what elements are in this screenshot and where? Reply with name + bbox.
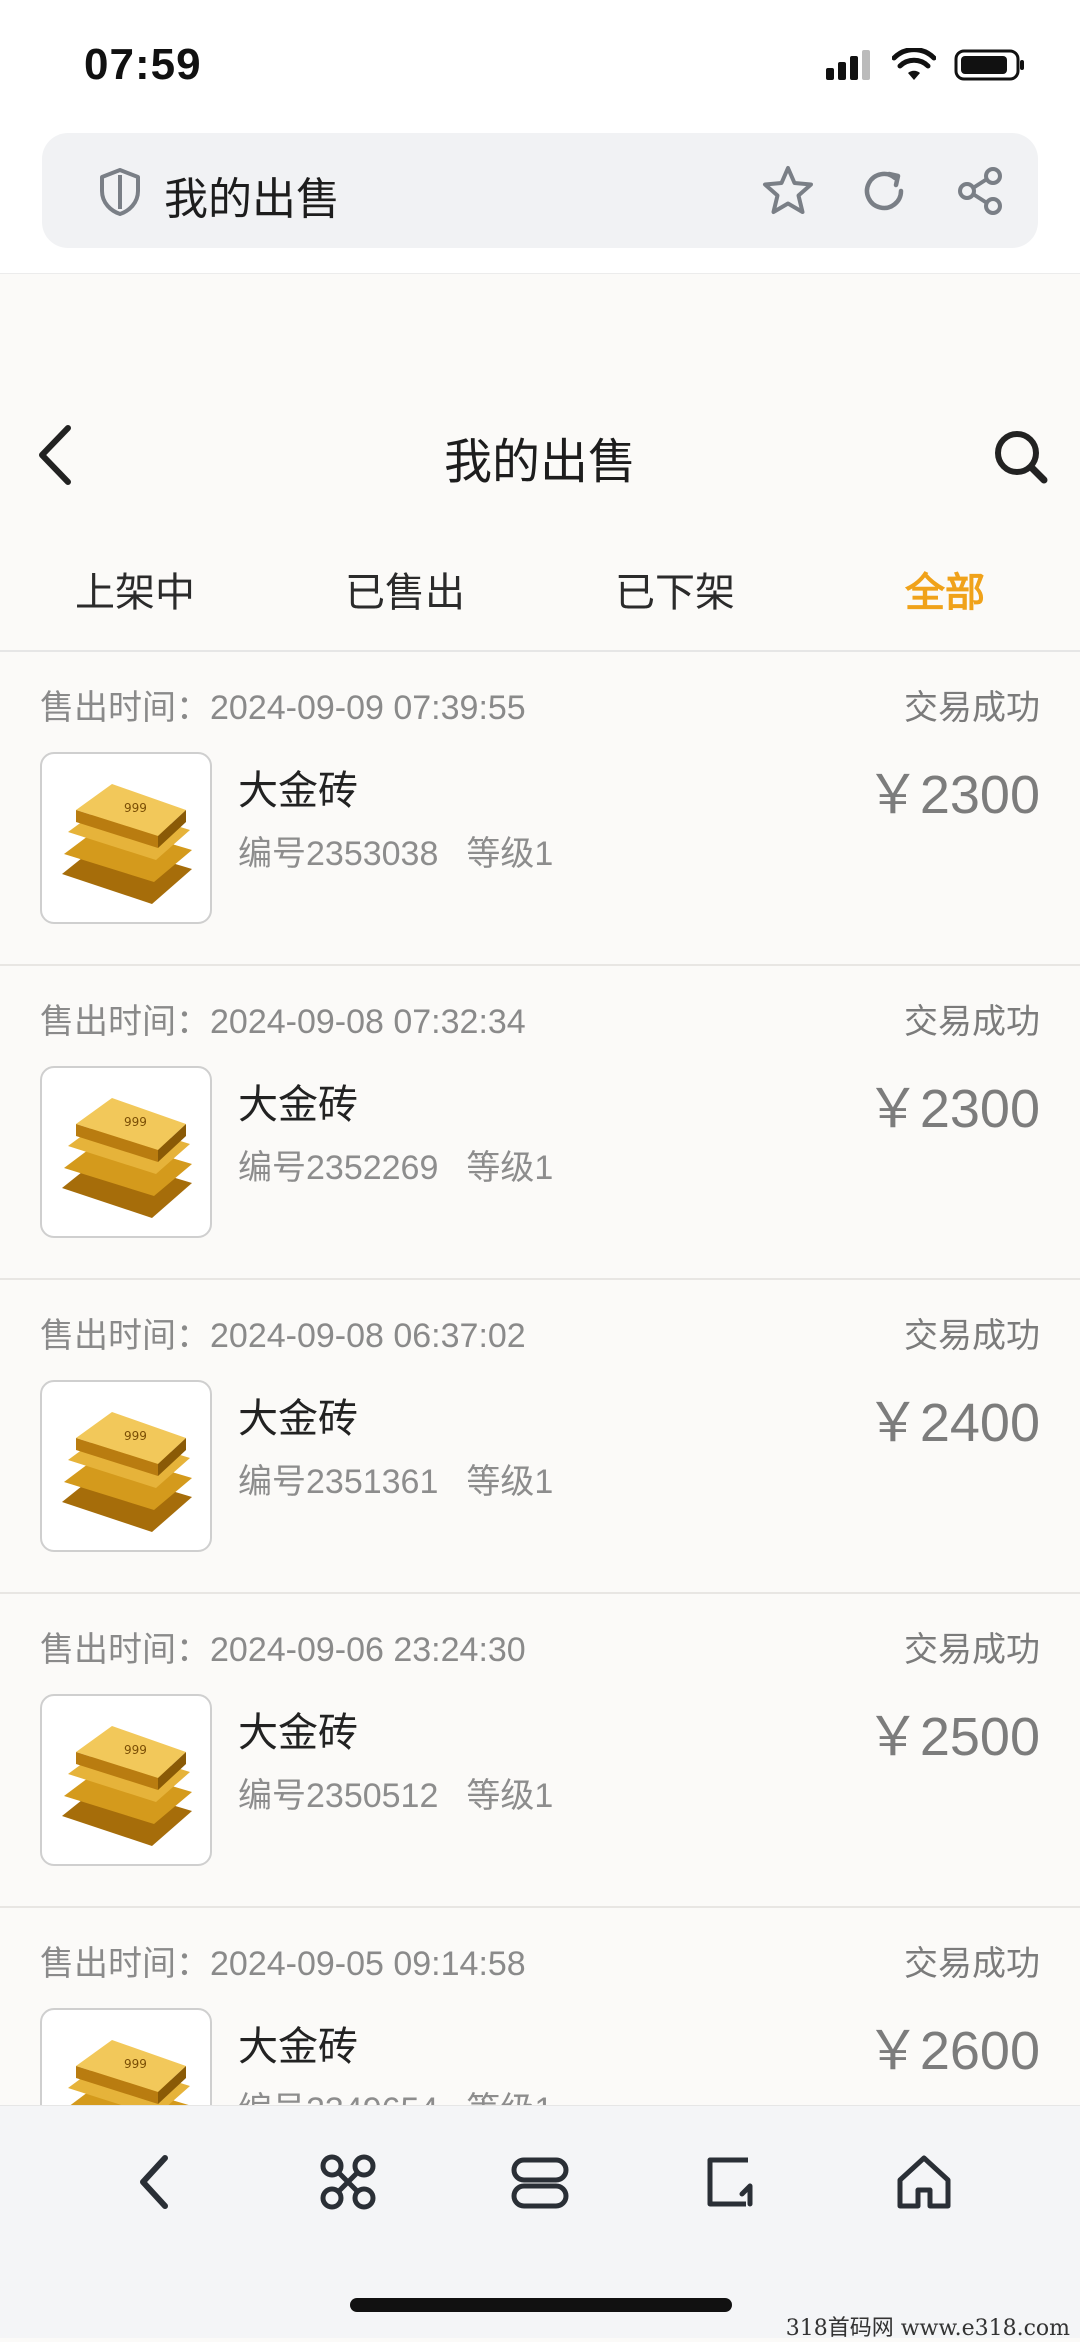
tab-sold[interactable]: 已售出: [270, 560, 540, 618]
browser-toolbar: 我的出售: [0, 115, 1080, 274]
command-icon: [320, 2154, 376, 2210]
shield-icon: [98, 167, 142, 222]
share-button[interactable]: [952, 163, 1008, 219]
home-icon: [897, 2155, 951, 2209]
gold-bar-image: 999: [62, 1098, 192, 1218]
sale-record-item[interactable]: 售出时间：2024-09-08 06:37:02 交易成功 999 大金砖 编号…: [0, 1280, 1080, 1594]
gold-bar-image: 999: [62, 1412, 192, 1532]
price: ￥2300: [865, 1079, 1040, 1139]
svg-text:999: 999: [124, 1743, 147, 1757]
status-badge: 交易成功: [904, 1631, 1040, 1669]
product-thumbnail: 999: [40, 1694, 212, 1866]
page-title: 我的出售: [443, 436, 636, 489]
home-button[interactable]: [888, 2146, 960, 2218]
tab-delisted[interactable]: 已下架: [540, 560, 810, 618]
product-thumbnail: 999: [40, 1380, 212, 1552]
reload-button[interactable]: [856, 163, 912, 219]
favorite-button[interactable]: [760, 163, 816, 219]
sale-record-list: 售出时间：2024-09-09 07:39:55 交易成功 999 大金砖 编号…: [0, 652, 1080, 2222]
sale-record-item[interactable]: 售出时间：2024-09-08 07:32:34 交易成功 999 大金砖 编号…: [0, 966, 1080, 1280]
status-badge: 交易成功: [904, 1003, 1040, 1041]
battery-icon: [954, 48, 1026, 87]
page-header: 我的出售: [0, 400, 1080, 510]
sale-time: 售出时间：2024-09-05 09:14:58: [40, 1945, 526, 1983]
product-thumbnail: 999: [40, 752, 212, 924]
chevron-left-icon: [140, 2155, 168, 2209]
product-meta: 编号2351361 等级1: [238, 1463, 554, 1501]
sale-time: 售出时间：2024-09-09 07:39:55: [40, 689, 526, 727]
product-thumbnail: 999: [40, 1066, 212, 1238]
gold-bar-image: 999: [62, 784, 192, 904]
address-bar[interactable]: 我的出售: [42, 133, 1038, 248]
product-name: 大金砖: [238, 1397, 358, 1441]
svg-text:999: 999: [124, 2057, 147, 2071]
product-meta: 编号2353038 等级1: [238, 835, 554, 873]
sale-record-item[interactable]: 售出时间：2024-09-06 23:24:30 交易成功 999 大金砖 编号…: [0, 1594, 1080, 1908]
svg-text:999: 999: [124, 1115, 147, 1129]
share-icon: [958, 167, 1002, 215]
product-name: 大金砖: [238, 2025, 358, 2069]
status-badge: 交易成功: [904, 1317, 1040, 1355]
price: ￥2500: [865, 1707, 1040, 1767]
signal-icon: [826, 48, 874, 87]
price: ￥2300: [865, 765, 1040, 825]
product-name: 大金砖: [238, 769, 358, 813]
new-tab-button[interactable]: [696, 2146, 768, 2218]
price: ￥2400: [865, 1393, 1040, 1453]
status-badge: 交易成功: [904, 689, 1040, 727]
watermark-text: 318首码网 www.e318.com: [785, 2316, 1070, 2341]
product-name: 大金砖: [238, 1711, 358, 1755]
product-meta: 编号2352269 等级1: [238, 1149, 554, 1187]
product-name: 大金砖: [238, 1083, 358, 1127]
command-button[interactable]: [312, 2146, 384, 2218]
wifi-icon: [891, 47, 937, 87]
new-tab-icon: [707, 2157, 753, 2207]
tabs-button[interactable]: [504, 2146, 576, 2218]
refresh-icon: [864, 171, 904, 211]
sale-time: 售出时间：2024-09-08 06:37:02: [40, 1317, 526, 1355]
status-icons: [826, 47, 1026, 87]
sale-record-item[interactable]: 售出时间：2024-09-09 07:39:55 交易成功 999 大金砖 编号…: [0, 652, 1080, 966]
filter-tabs: 上架中 已售出 已下架 全部: [0, 550, 1080, 652]
status-bar: 07:59: [0, 0, 1080, 130]
search-icon: [995, 431, 1048, 484]
tabs-icon: [511, 2157, 569, 2209]
search-button[interactable]: [992, 428, 1050, 486]
status-badge: 交易成功: [904, 1945, 1040, 1983]
page-url-title: 我的出售: [164, 175, 340, 224]
star-icon: [763, 166, 813, 214]
product-meta: 编号2350512 等级1: [238, 1777, 554, 1815]
tab-all[interactable]: 全部: [810, 560, 1080, 618]
status-time: 07:59: [84, 40, 202, 89]
sale-time: 售出时间：2024-09-06 23:24:30: [40, 1631, 526, 1669]
tab-listed[interactable]: 上架中: [0, 560, 270, 618]
price: ￥2600: [865, 2021, 1040, 2081]
svg-text:999: 999: [124, 1429, 147, 1443]
browser-back-button[interactable]: [120, 2146, 192, 2218]
sale-time: 售出时间：2024-09-08 07:32:34: [40, 1003, 526, 1041]
home-indicator: [350, 2298, 732, 2312]
svg-text:999: 999: [124, 801, 147, 815]
gold-bar-image: 999: [62, 1726, 192, 1846]
